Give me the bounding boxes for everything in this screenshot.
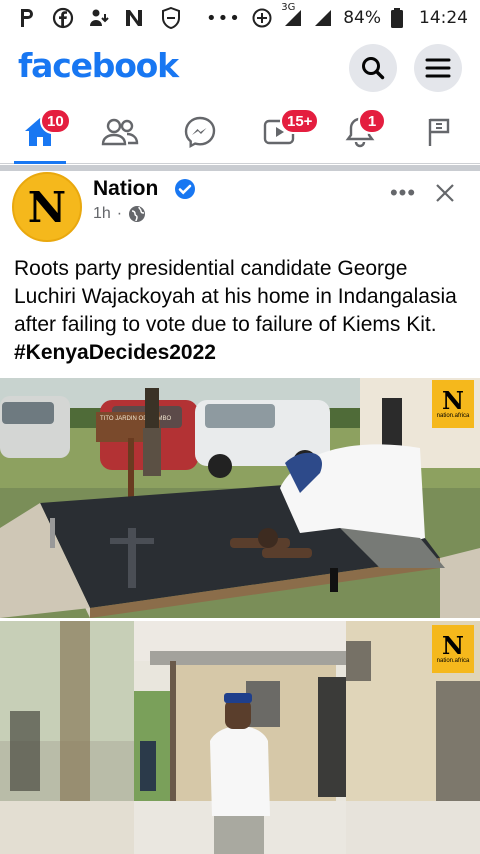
p-app-icon [16, 7, 38, 29]
globe-icon [129, 206, 146, 222]
avatar-letter: N [27, 182, 67, 232]
clock: 14:24 [419, 8, 468, 28]
flag-icon [428, 118, 450, 146]
overflow-dots: ••• [206, 7, 241, 29]
post-meta: 1h · [93, 205, 146, 223]
post-photo-main[interactable]: TITO JARDIN ODHIAMBO N nation.africa [0, 378, 480, 618]
top-bar: facebook [0, 36, 480, 96]
signal-icon-2 [315, 10, 332, 26]
post-options-button[interactable]: ••• [388, 178, 418, 208]
post-body: Roots party presidential candidate Georg… [14, 257, 457, 336]
notifications-badge: 1 [358, 108, 386, 134]
tab-notifications[interactable]: 1 [338, 108, 386, 154]
messenger-icon [184, 116, 216, 149]
facebook-notif-icon [52, 7, 74, 29]
n-app-icon [124, 7, 146, 29]
page-name[interactable]: Nation [93, 177, 158, 201]
verified-badge-icon [175, 179, 195, 199]
watermark-text-2: nation.africa [436, 658, 470, 664]
watermark-letter-2: N [442, 631, 464, 660]
nation-watermark-2: N nation.africa [432, 625, 474, 673]
home-badge: 10 [40, 108, 71, 134]
network-type: 3G [281, 2, 303, 28]
active-tab-indicator [14, 161, 66, 164]
nation-watermark: N nation.africa [432, 380, 474, 428]
download-icon [88, 7, 110, 29]
tab-pages[interactable] [418, 110, 462, 154]
hamburger-icon [425, 58, 451, 78]
close-icon [436, 184, 454, 202]
post-time[interactable]: 1h [93, 205, 111, 223]
tab-messenger[interactable] [178, 110, 222, 154]
data-saver-icon [251, 7, 273, 29]
hide-post-button[interactable] [430, 178, 460, 208]
watermark-letter: N [442, 386, 464, 415]
tab-home[interactable]: 10 [18, 108, 71, 154]
nav-tabs: 10 15+ 1 [0, 100, 480, 164]
battery-icon [391, 8, 403, 28]
page-avatar[interactable]: N [12, 172, 82, 242]
search-icon [362, 57, 385, 80]
search-button[interactable] [349, 44, 397, 92]
tab-friends[interactable] [98, 110, 142, 154]
facebook-logo[interactable]: facebook [18, 46, 179, 85]
shield-icon [160, 7, 182, 29]
watermark-text: nation.africa [436, 413, 470, 419]
feed-separator [0, 165, 480, 171]
grave-sign-text: TITO JARDIN ODHIAMBO [100, 416, 172, 422]
post-photo-secondary[interactable]: N nation.africa [0, 621, 480, 854]
post-text: Roots party presidential candidate Georg… [14, 255, 472, 367]
friends-icon [101, 118, 139, 146]
hashtag-link[interactable]: #KenyaDecides2022 [14, 341, 216, 364]
tab-video[interactable]: 15+ [258, 108, 320, 154]
menu-button[interactable] [414, 44, 462, 92]
battery-level: 84% [343, 8, 381, 28]
video-badge: 15+ [280, 108, 320, 134]
meta-separator: · [116, 205, 123, 222]
status-bar: ••• 3G 84% 14:24 [0, 0, 480, 36]
